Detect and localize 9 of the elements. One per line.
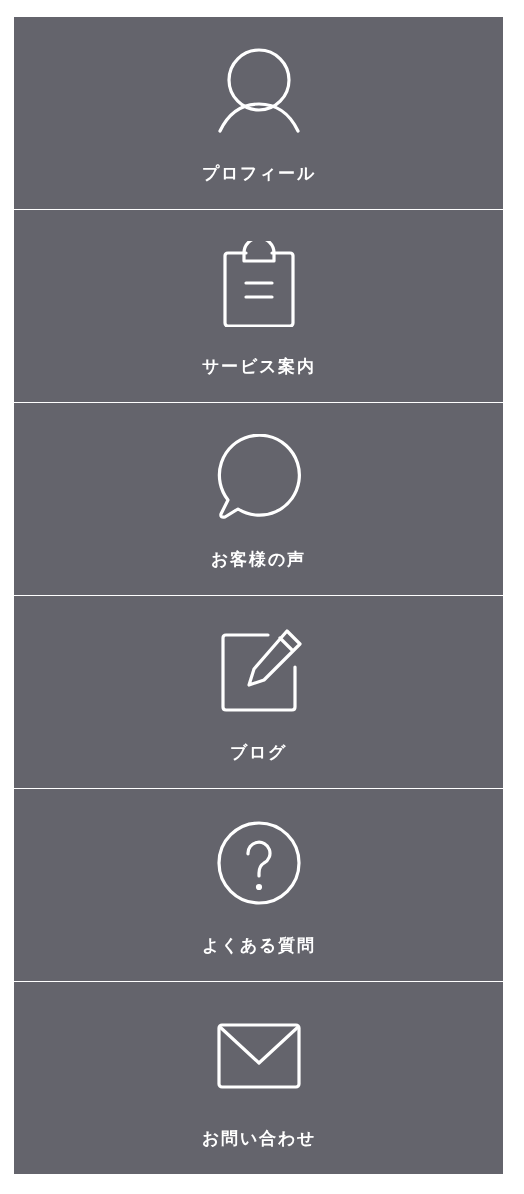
menu-tile[interactable]: サービス案内 [14,210,503,402]
help-icon [215,820,302,906]
menu-tile[interactable]: よくある質問 [14,789,503,981]
menu-tile[interactable]: お客様の声 [14,403,503,595]
speech-bubble-icon [215,434,302,520]
menu-tile[interactable]: ブログ [14,596,503,788]
person-icon [215,48,302,134]
menu-tile[interactable]: お問い合わせ [14,982,503,1174]
menu-tile[interactable]: プロフィール [14,17,503,209]
